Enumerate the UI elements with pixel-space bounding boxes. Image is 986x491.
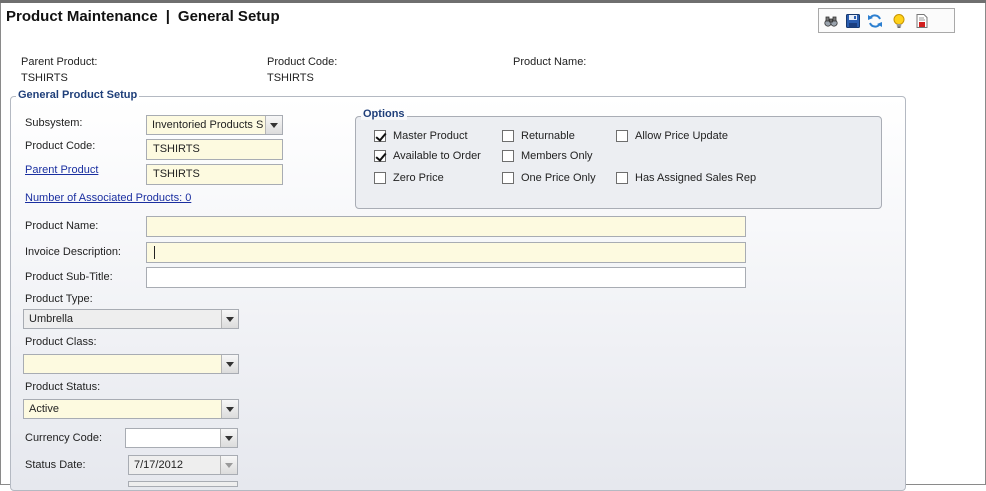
window-top-border bbox=[0, 0, 986, 3]
page-title: Product Maintenance | General Setup bbox=[6, 8, 280, 25]
status-date-picker[interactable]: 7/17/2012 bbox=[128, 455, 238, 475]
product-name-label: Product Name: bbox=[513, 56, 587, 68]
product-type-select-value: Umbrella bbox=[29, 313, 74, 325]
product-code-label: Product Code: bbox=[267, 56, 338, 68]
status-date-value: 7/17/2012 bbox=[134, 459, 183, 471]
product-name-input[interactable] bbox=[146, 216, 746, 237]
parent-product-link[interactable]: Parent Product bbox=[25, 164, 98, 176]
text-cursor bbox=[154, 245, 155, 259]
available-to-order-checkbox[interactable]: Available to Order bbox=[374, 149, 481, 163]
next-field-partial bbox=[128, 481, 238, 487]
toolbar bbox=[818, 8, 955, 33]
invoice-description-input[interactable] bbox=[146, 242, 746, 263]
checkbox-label: Master Product bbox=[393, 130, 468, 142]
product-name-field-label: Product Name: bbox=[25, 220, 99, 232]
checkbox-box[interactable] bbox=[502, 172, 514, 184]
page-title-section: General Setup bbox=[177, 8, 280, 25]
checkbox-label: Members Only bbox=[521, 150, 593, 162]
chevron-down-icon[interactable] bbox=[221, 310, 238, 328]
page-title-module: Product Maintenance bbox=[6, 8, 158, 25]
product-subtitle-label: Product Sub-Title: bbox=[25, 271, 113, 283]
zero-price-checkbox[interactable]: Zero Price bbox=[374, 171, 444, 185]
subsystem-label: Subsystem: bbox=[25, 117, 83, 129]
product-code-field-label: Product Code: bbox=[25, 140, 96, 152]
returnable-checkbox[interactable]: Returnable bbox=[502, 129, 575, 143]
currency-code-label: Currency Code: bbox=[25, 432, 103, 444]
checkbox-label: Returnable bbox=[521, 130, 575, 142]
refresh-icon[interactable] bbox=[867, 13, 883, 29]
checkbox-label: One Price Only bbox=[521, 172, 596, 184]
lightbulb-help-icon[interactable] bbox=[891, 13, 907, 29]
parent-product-label: Parent Product: bbox=[21, 56, 98, 68]
checkbox-box[interactable] bbox=[502, 130, 514, 142]
master-product-checkbox[interactable]: Master Product bbox=[374, 129, 468, 143]
chevron-down-icon[interactable] bbox=[221, 355, 238, 373]
product-code-input[interactable]: TSHIRTS bbox=[146, 139, 283, 160]
checkbox-box[interactable] bbox=[616, 172, 628, 184]
product-class-select[interactable] bbox=[23, 354, 239, 374]
checkbox-label: Available to Order bbox=[393, 150, 481, 162]
checkbox-label: Zero Price bbox=[393, 172, 444, 184]
calendar-dropdown-icon[interactable] bbox=[220, 456, 237, 474]
checkbox-box[interactable] bbox=[502, 150, 514, 162]
checkbox-box[interactable] bbox=[374, 150, 386, 162]
product-type-select[interactable]: Umbrella bbox=[23, 309, 239, 329]
one-price-only-checkbox[interactable]: One Price Only bbox=[502, 171, 596, 185]
product-status-select-value: Active bbox=[29, 403, 59, 415]
product-class-label: Product Class: bbox=[25, 336, 97, 348]
report-icon[interactable] bbox=[914, 13, 930, 29]
checkbox-box[interactable] bbox=[374, 172, 386, 184]
chevron-down-icon[interactable] bbox=[221, 400, 238, 418]
checkbox-box[interactable] bbox=[374, 130, 386, 142]
checkbox-box[interactable] bbox=[616, 130, 628, 142]
currency-code-select[interactable] bbox=[125, 428, 238, 448]
general-product-setup-legend: General Product Setup bbox=[16, 89, 140, 101]
chevron-down-icon[interactable] bbox=[265, 116, 282, 134]
subsystem-select-value: Inventoried Products S bbox=[152, 119, 264, 131]
checkbox-label: Has Assigned Sales Rep bbox=[635, 172, 757, 184]
checkbox-label: Allow Price Update bbox=[635, 130, 728, 142]
search-binoculars-icon[interactable] bbox=[823, 13, 839, 29]
invoice-description-label: Invoice Description: bbox=[25, 246, 121, 258]
associated-products-link[interactable]: Number of Associated Products: 0 bbox=[25, 192, 191, 204]
chevron-down-icon[interactable] bbox=[220, 429, 237, 447]
page-title-separator: | bbox=[165, 8, 170, 25]
save-icon[interactable] bbox=[845, 13, 861, 29]
status-date-label: Status Date: bbox=[25, 459, 86, 471]
product-subtitle-input[interactable] bbox=[146, 267, 746, 288]
parent-product-input[interactable]: TSHIRTS bbox=[146, 164, 283, 185]
has-assigned-sales-rep-checkbox[interactable]: Has Assigned Sales Rep bbox=[616, 171, 756, 185]
subsystem-select[interactable]: Inventoried Products S bbox=[146, 115, 283, 135]
product-code-value: TSHIRTS bbox=[267, 72, 314, 84]
product-status-select[interactable]: Active bbox=[23, 399, 239, 419]
parent-product-value: TSHIRTS bbox=[21, 72, 68, 84]
members-only-checkbox[interactable]: Members Only bbox=[502, 149, 593, 163]
product-type-label: Product Type: bbox=[25, 293, 93, 305]
product-status-label: Product Status: bbox=[25, 381, 101, 393]
options-legend: Options bbox=[361, 108, 407, 120]
allow-price-update-checkbox[interactable]: Allow Price Update bbox=[616, 129, 728, 143]
